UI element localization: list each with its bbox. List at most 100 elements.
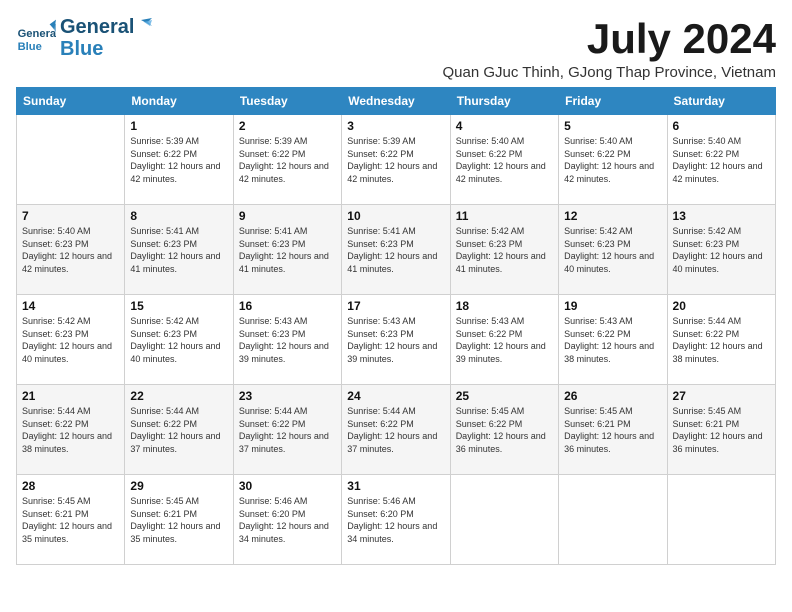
day-info: Sunrise: 5:44 AMSunset: 6:22 PMDaylight:… xyxy=(130,405,227,455)
day-info: Sunrise: 5:42 AMSunset: 6:23 PMDaylight:… xyxy=(130,315,227,365)
calendar-cell: 23Sunrise: 5:44 AMSunset: 6:22 PMDayligh… xyxy=(233,385,341,475)
weekday-header-friday: Friday xyxy=(559,88,667,115)
day-number: 15 xyxy=(130,299,227,313)
day-info: Sunrise: 5:39 AMSunset: 6:22 PMDaylight:… xyxy=(347,135,444,185)
svg-text:Blue: Blue xyxy=(18,41,42,53)
calendar-cell: 27 Sunrise: 5:45 AMSunset: 6:21 PMDayligh… xyxy=(667,385,775,475)
calendar-cell xyxy=(450,475,558,565)
calendar-cell: 5 Sunrise: 5:40 AMSunset: 6:22 PMDaylight… xyxy=(559,115,667,205)
day-info: Sunrise: 5:43 AMSunset: 6:23 PMDaylight:… xyxy=(239,315,336,365)
day-info: Sunrise: 5:43 AMSunset: 6:22 PMDaylight:… xyxy=(456,315,553,365)
calendar-week-3: 14 Sunrise: 5:42 AMSunset: 6:23 PMDayligh… xyxy=(17,295,776,385)
month-title: July 2024 xyxy=(442,16,776,62)
calendar-cell: 15 Sunrise: 5:42 AMSunset: 6:23 PMDayligh… xyxy=(125,295,233,385)
day-info: Sunrise: 5:41 AMSunset: 6:23 PMDaylight:… xyxy=(130,225,227,275)
day-number: 13 xyxy=(673,209,770,223)
day-info: Sunrise: 5:45 AMSunset: 6:21 PMDaylight:… xyxy=(673,405,770,455)
calendar-table: SundayMondayTuesdayWednesdayThursdayFrid… xyxy=(16,87,776,565)
day-info: Sunrise: 5:45 AMSunset: 6:22 PMDaylight:… xyxy=(456,405,553,455)
day-number: 26 xyxy=(564,389,661,403)
day-info: Sunrise: 5:45 AMSunset: 6:21 PMDaylight:… xyxy=(564,405,661,455)
page-header: General Blue General Blue July 2024 Quan… xyxy=(16,16,776,81)
calendar-cell: 29Sunrise: 5:45 AMSunset: 6:21 PMDayligh… xyxy=(125,475,233,565)
calendar-cell: 22Sunrise: 5:44 AMSunset: 6:22 PMDayligh… xyxy=(125,385,233,475)
logo-icon: General Blue xyxy=(16,18,56,58)
day-number: 24 xyxy=(347,389,444,403)
day-info: Sunrise: 5:40 AMSunset: 6:23 PMDaylight:… xyxy=(22,225,119,275)
day-info: Sunrise: 5:42 AMSunset: 6:23 PMDaylight:… xyxy=(564,225,661,275)
logo-blue-text: Blue xyxy=(60,38,134,60)
calendar-cell: 18Sunrise: 5:43 AMSunset: 6:22 PMDayligh… xyxy=(450,295,558,385)
calendar-cell: 26 Sunrise: 5:45 AMSunset: 6:21 PMDayligh… xyxy=(559,385,667,475)
calendar-cell: 25Sunrise: 5:45 AMSunset: 6:22 PMDayligh… xyxy=(450,385,558,475)
calendar-cell: 20 Sunrise: 5:44 AMSunset: 6:22 PMDayligh… xyxy=(667,295,775,385)
day-number: 21 xyxy=(22,389,119,403)
calendar-cell: 4 Sunrise: 5:40 AMSunset: 6:22 PMDaylight… xyxy=(450,115,558,205)
calendar-cell: 8 Sunrise: 5:41 AMSunset: 6:23 PMDaylight… xyxy=(125,205,233,295)
calendar-cell: 12Sunrise: 5:42 AMSunset: 6:23 PMDayligh… xyxy=(559,205,667,295)
day-info: Sunrise: 5:42 AMSunset: 6:23 PMDaylight:… xyxy=(673,225,770,275)
weekday-header-wednesday: Wednesday xyxy=(342,88,450,115)
day-info: Sunrise: 5:43 AMSunset: 6:22 PMDaylight:… xyxy=(564,315,661,365)
day-info: Sunrise: 5:44 AMSunset: 6:22 PMDaylight:… xyxy=(347,405,444,455)
day-number: 27 xyxy=(673,389,770,403)
weekday-header-thursday: Thursday xyxy=(450,88,558,115)
calendar-cell: 6 Sunrise: 5:40 AMSunset: 6:22 PMDaylight… xyxy=(667,115,775,205)
calendar-cell: 28Sunrise: 5:45 AMSunset: 6:21 PMDayligh… xyxy=(17,475,125,565)
calendar-cell: 1 Sunrise: 5:39 AMSunset: 6:22 PMDaylight… xyxy=(125,115,233,205)
day-number: 1 xyxy=(130,119,227,133)
day-number: 5 xyxy=(564,119,661,133)
calendar-cell xyxy=(667,475,775,565)
day-number: 10 xyxy=(347,209,444,223)
day-info: Sunrise: 5:39 AMSunset: 6:22 PMDaylight:… xyxy=(130,135,227,185)
day-info: Sunrise: 5:44 AMSunset: 6:22 PMDaylight:… xyxy=(673,315,770,365)
day-number: 9 xyxy=(239,209,336,223)
day-number: 3 xyxy=(347,119,444,133)
calendar-cell: 13 Sunrise: 5:42 AMSunset: 6:23 PMDayligh… xyxy=(667,205,775,295)
day-info: Sunrise: 5:46 AMSunset: 6:20 PMDaylight:… xyxy=(347,495,444,545)
calendar-cell: 11Sunrise: 5:42 AMSunset: 6:23 PMDayligh… xyxy=(450,205,558,295)
day-number: 2 xyxy=(239,119,336,133)
svg-text:General: General xyxy=(18,28,56,40)
day-info: Sunrise: 5:45 AMSunset: 6:21 PMDaylight:… xyxy=(22,495,119,545)
day-number: 23 xyxy=(239,389,336,403)
day-number: 29 xyxy=(130,479,227,493)
calendar-cell: 7 Sunrise: 5:40 AMSunset: 6:23 PMDaylight… xyxy=(17,205,125,295)
day-info: Sunrise: 5:46 AMSunset: 6:20 PMDaylight:… xyxy=(239,495,336,545)
calendar-cell: 31 Sunrise: 5:46 AMSunset: 6:20 PMDayligh… xyxy=(342,475,450,565)
bird-icon xyxy=(130,18,152,40)
weekday-header-row: SundayMondayTuesdayWednesdayThursdayFrid… xyxy=(17,88,776,115)
day-number: 20 xyxy=(673,299,770,313)
day-info: Sunrise: 5:40 AMSunset: 6:22 PMDaylight:… xyxy=(564,135,661,185)
day-info: Sunrise: 5:42 AMSunset: 6:23 PMDaylight:… xyxy=(456,225,553,275)
calendar-cell: 9 Sunrise: 5:41 AMSunset: 6:23 PMDaylight… xyxy=(233,205,341,295)
day-number: 30 xyxy=(239,479,336,493)
day-number: 16 xyxy=(239,299,336,313)
day-info: Sunrise: 5:41 AMSunset: 6:23 PMDaylight:… xyxy=(239,225,336,275)
calendar-cell: 24 Sunrise: 5:44 AMSunset: 6:22 PMDayligh… xyxy=(342,385,450,475)
calendar-cell xyxy=(17,115,125,205)
day-number: 7 xyxy=(22,209,119,223)
calendar-week-1: 1 Sunrise: 5:39 AMSunset: 6:22 PMDaylight… xyxy=(17,115,776,205)
day-info: Sunrise: 5:44 AMSunset: 6:22 PMDaylight:… xyxy=(22,405,119,455)
day-info: Sunrise: 5:41 AMSunset: 6:23 PMDaylight:… xyxy=(347,225,444,275)
day-number: 31 xyxy=(347,479,444,493)
day-info: Sunrise: 5:43 AMSunset: 6:23 PMDaylight:… xyxy=(347,315,444,365)
calendar-cell: 2 Sunrise: 5:39 AMSunset: 6:22 PMDaylight… xyxy=(233,115,341,205)
calendar-week-5: 28Sunrise: 5:45 AMSunset: 6:21 PMDayligh… xyxy=(17,475,776,565)
day-number: 8 xyxy=(130,209,227,223)
day-number: 17 xyxy=(347,299,444,313)
day-number: 6 xyxy=(673,119,770,133)
calendar-week-4: 21 Sunrise: 5:44 AMSunset: 6:22 PMDayligh… xyxy=(17,385,776,475)
calendar-cell: 21 Sunrise: 5:44 AMSunset: 6:22 PMDayligh… xyxy=(17,385,125,475)
calendar-cell: 17 Sunrise: 5:43 AMSunset: 6:23 PMDayligh… xyxy=(342,295,450,385)
calendar-cell: 30 Sunrise: 5:46 AMSunset: 6:20 PMDayligh… xyxy=(233,475,341,565)
day-number: 4 xyxy=(456,119,553,133)
day-info: Sunrise: 5:39 AMSunset: 6:22 PMDaylight:… xyxy=(239,135,336,185)
day-info: Sunrise: 5:40 AMSunset: 6:22 PMDaylight:… xyxy=(673,135,770,185)
day-number: 14 xyxy=(22,299,119,313)
day-info: Sunrise: 5:40 AMSunset: 6:22 PMDaylight:… xyxy=(456,135,553,185)
weekday-header-sunday: Sunday xyxy=(17,88,125,115)
logo: General Blue General Blue xyxy=(16,16,152,60)
logo-general-text: General xyxy=(60,16,134,38)
